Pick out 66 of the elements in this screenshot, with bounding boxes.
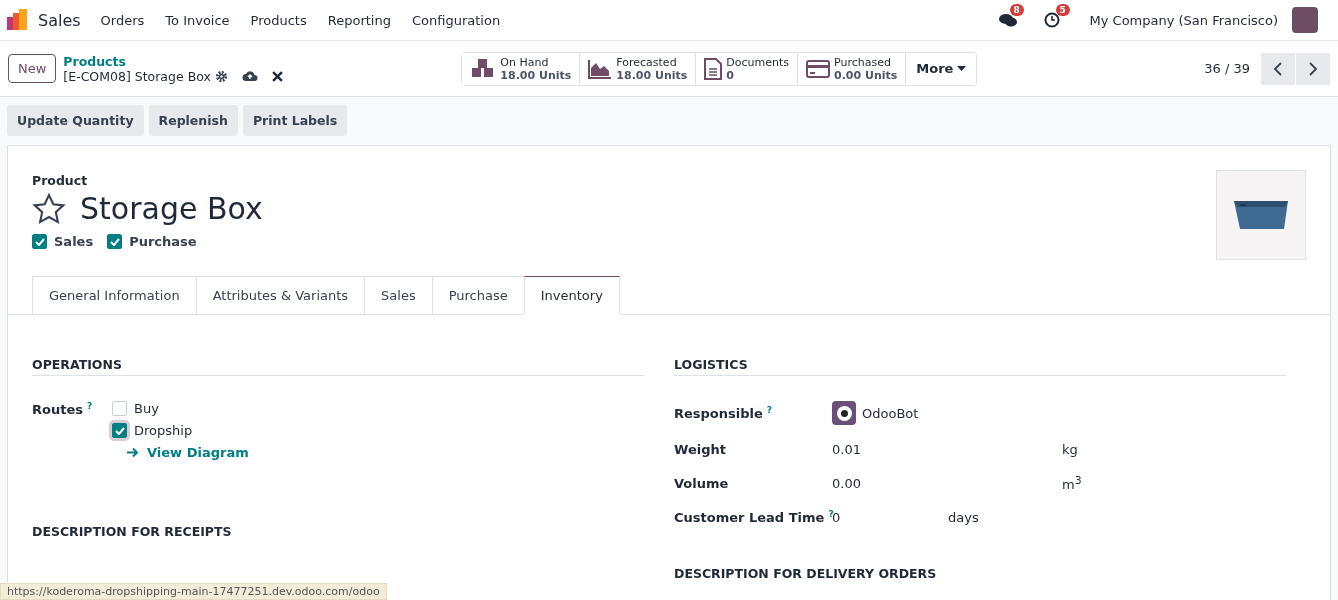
- checkbox[interactable]: [32, 234, 47, 249]
- view-diagram-link[interactable]: View Diagram: [126, 445, 249, 460]
- tab[interactable]: General Information: [32, 276, 196, 315]
- new-button[interactable]: New: [8, 54, 57, 83]
- number-field[interactable]: 0.00: [832, 475, 1062, 491]
- cloud-upload-icon[interactable]: [241, 70, 258, 82]
- field-label: Responsible $^{?}$: [674, 404, 774, 422]
- checkbox[interactable]: [107, 234, 123, 249]
- section-heading: DESCRIPTION FOR DELIVERY ORDERS: [674, 565, 938, 583]
- chevron-right-icon: [1308, 61, 1318, 76]
- checkbox-label: Sales: [54, 234, 94, 249]
- menu-item[interactable]: Products: [250, 12, 307, 28]
- section-heading: LOGISTICS: [674, 357, 1286, 376]
- tab[interactable]: Sales: [364, 276, 432, 315]
- caret-icon: [957, 65, 967, 72]
- checkbox[interactable]: [112, 423, 127, 438]
- checkbox-label: Dropship: [134, 423, 193, 438]
- number-field[interactable]: 0: [832, 510, 948, 525]
- robot-avatar-icon: [832, 401, 856, 425]
- product-photo[interactable]: [1216, 170, 1306, 260]
- bar-chart-logo-icon[interactable]: [6, 9, 28, 31]
- next-button[interactable]: [1296, 52, 1330, 85]
- breadcrumb-link[interactable]: Products: [63, 53, 404, 69]
- field-label: Customer Lead Time $^{?}$: [674, 509, 832, 526]
- menu-item[interactable]: Reporting: [327, 12, 391, 28]
- area-chart-icon: [588, 58, 613, 79]
- number-field[interactable]: 0.01: [832, 442, 1062, 457]
- notification-badge: 5: [1055, 4, 1070, 16]
- status-url-tooltip: https://koderoma-dropshipping-main-17477251.dev.odoo.com/odoo: [0, 583, 387, 600]
- smart-button[interactable]: On Hand 18.00 Units: [462, 52, 581, 85]
- tab[interactable]: Purchase: [431, 276, 524, 315]
- product-name[interactable]: Storage Box: [80, 191, 263, 226]
- document-icon: [704, 57, 723, 80]
- action-button[interactable]: Update Quantity: [7, 105, 144, 136]
- star-icon[interactable]: [32, 192, 66, 225]
- pager-counter: 36 / 39: [1204, 61, 1250, 76]
- record-title: [E-COM08] Storage Box: [63, 68, 211, 84]
- app-name[interactable]: Sales: [38, 10, 81, 30]
- chat-icon[interactable]: [997, 12, 1018, 28]
- action-button[interactable]: Print Labels: [242, 105, 348, 136]
- user-field[interactable]: OdooBot: [832, 401, 1286, 425]
- arrow-right-icon: [126, 447, 139, 458]
- menu-item[interactable]: To Invoice: [165, 12, 230, 28]
- action-button[interactable]: Replenish: [148, 105, 238, 136]
- menu-item[interactable]: Configuration: [411, 12, 501, 28]
- section-heading: DESCRIPTION FOR RECEIPTS: [32, 524, 233, 541]
- checkbox-label: Buy: [134, 401, 159, 416]
- unit-label: days: [948, 510, 979, 525]
- field-label: Volume: [674, 475, 730, 491]
- menu-item[interactable]: Orders: [100, 12, 145, 28]
- notification-badge: 8: [1009, 4, 1024, 16]
- unit-label: kg: [1062, 442, 1079, 457]
- field-label: Weight: [674, 442, 727, 457]
- tab[interactable]: Inventory: [523, 276, 620, 315]
- section-heading: OPERATIONS: [32, 357, 644, 376]
- previous-button[interactable]: [1261, 52, 1295, 85]
- chevron-left-icon: [1273, 61, 1283, 76]
- company-switcher[interactable]: My Company (San Francisco): [1089, 12, 1278, 28]
- field-label: Product: [32, 173, 88, 188]
- tab[interactable]: Attributes & Variants: [195, 276, 365, 315]
- field-label: Routes $^{?}$: [32, 401, 92, 420]
- close-icon[interactable]: [271, 70, 283, 82]
- clock-icon[interactable]: [1043, 12, 1060, 28]
- checkbox-label: Purchase: [129, 234, 197, 249]
- credit-card-icon: [806, 58, 830, 79]
- unit-label: m$^{3}$: [1062, 474, 1083, 493]
